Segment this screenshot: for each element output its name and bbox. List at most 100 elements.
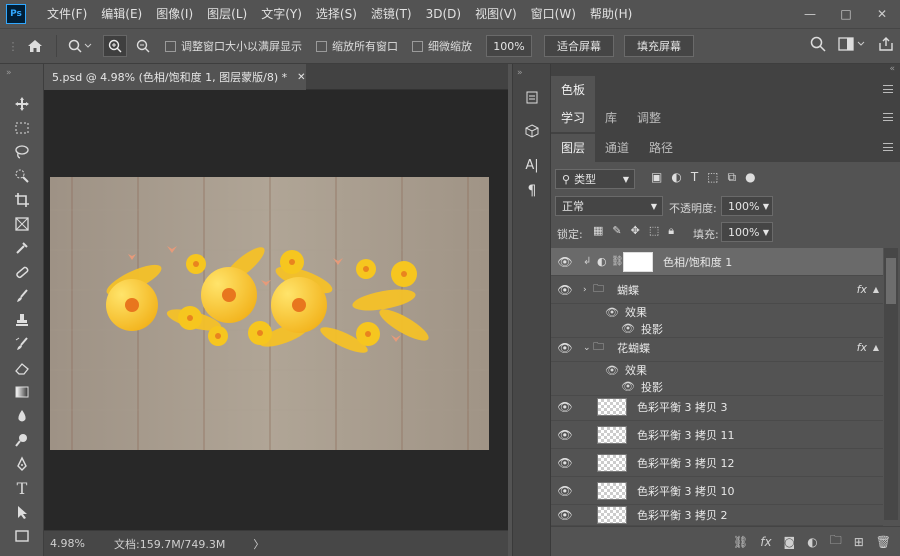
blend-mode-select[interactable]: 正常 ▼ (555, 196, 663, 216)
expand-group-icon[interactable]: › (583, 285, 593, 295)
swatches-panel-menu-icon[interactable] (883, 85, 893, 93)
shape-filter-icon[interactable]: ⬚ (707, 170, 718, 185)
zoom-out-icon[interactable] (131, 35, 155, 57)
layers-scrollbar[interactable] (884, 248, 898, 520)
resize-windows-checkbox[interactable]: 调整窗口大小以满屏显示 (165, 38, 302, 54)
collapse-toolbar-icon[interactable]: » (0, 64, 43, 92)
layer-filter-select[interactable]: ⚲ 类型 ▼ (555, 169, 635, 189)
workspace-icon[interactable] (838, 36, 866, 52)
3d-icon[interactable] (513, 118, 551, 144)
healing-brush-tool-icon[interactable] (0, 260, 44, 284)
fill-screen-button[interactable]: 填充屏幕 (624, 35, 694, 57)
tab-paths[interactable]: 路径 (639, 134, 683, 162)
zoom-level[interactable]: 4.98% (44, 537, 104, 550)
filter-toggle-icon[interactable]: ● (745, 170, 755, 185)
effects-visibility-icon[interactable]: 👁︎ (605, 306, 619, 319)
collapse-strip-icon[interactable]: » (513, 64, 550, 84)
add-style-icon[interactable]: fx (760, 535, 771, 549)
lock-transparent-icon[interactable]: ▦ (593, 224, 603, 238)
lasso-tool-icon[interactable] (0, 140, 44, 164)
opacity-field[interactable]: 100% ▼ (721, 196, 773, 216)
status-menu-arrow[interactable]: 〉 (253, 536, 264, 552)
layer-row-group-butterfly[interactable]: 👁︎ › 🗀︎ 蝴蝶 fx ▲ (551, 276, 883, 304)
marquee-tool-icon[interactable] (0, 116, 44, 140)
quick-select-tool-icon[interactable] (0, 164, 44, 188)
eye-icon[interactable]: 👁︎ (551, 508, 579, 522)
effects-icon[interactable]: fx (857, 283, 867, 296)
menu-select[interactable]: 选择(S) (309, 0, 364, 28)
type-tool-icon[interactable]: T (0, 476, 44, 500)
minimize-button[interactable]: — (792, 0, 828, 28)
expand-group-icon[interactable]: ⌄ (583, 343, 593, 353)
zoom-in-icon[interactable] (103, 35, 127, 57)
crop-tool-icon[interactable] (0, 188, 44, 212)
tab-adjustments[interactable]: 调整 (627, 104, 671, 132)
character-icon[interactable]: A| (513, 152, 551, 178)
brush-tool-icon[interactable] (0, 284, 44, 308)
blur-tool-icon[interactable] (0, 404, 44, 428)
close-window-button[interactable]: ✕ (864, 0, 900, 28)
menu-3d[interactable]: 3D(D) (419, 0, 468, 28)
frame-tool-icon[interactable] (0, 212, 44, 236)
home-icon[interactable] (20, 35, 50, 57)
paragraph-icon[interactable]: ¶ (513, 178, 551, 204)
menu-window[interactable]: 窗口(W) (524, 0, 583, 28)
layer-row-group-flower-butterfly[interactable]: 👁︎ ⌄ 🗀︎ 花蝴蝶 fx ▲ (551, 334, 883, 362)
add-mask-icon[interactable]: ◙ (784, 535, 796, 549)
maximize-button[interactable]: □ (828, 0, 864, 28)
eye-icon[interactable]: 👁︎ (551, 283, 579, 297)
menu-layer[interactable]: 图层(L) (200, 0, 254, 28)
smart-object-filter-icon[interactable]: ⧉ (728, 170, 737, 185)
lock-all-icon[interactable]: 🔒︎ (668, 224, 674, 238)
scrollbar-thumb[interactable] (886, 258, 896, 304)
pen-tool-icon[interactable] (0, 452, 44, 476)
layer-row[interactable]: 👁︎ 色彩平衡 3 拷贝 3 (551, 393, 883, 421)
eye-icon[interactable]: 👁︎ (551, 400, 579, 414)
share-icon[interactable] (878, 36, 894, 52)
tab-learn[interactable]: 学习 (551, 104, 596, 132)
layer-row[interactable]: 👁︎ 色彩平衡 3 拷贝 11 (551, 421, 883, 449)
fill-field[interactable]: 100% ▼ (721, 222, 773, 242)
zoom-tool-preset-icon[interactable] (63, 35, 97, 57)
rectangle-tool-icon[interactable] (0, 524, 44, 548)
new-group-icon[interactable]: 🗀︎ (830, 531, 842, 552)
link-layers-icon[interactable]: ⛓︎ (733, 535, 748, 549)
path-selection-tool-icon[interactable] (0, 500, 44, 524)
menu-filter[interactable]: 滤镜(T) (364, 0, 419, 28)
gradient-tool-icon[interactable] (0, 380, 44, 404)
chevron-up-icon[interactable]: ▲ (873, 343, 879, 352)
zoom-all-checkbox[interactable]: 缩放所有窗口 (316, 38, 398, 54)
layer-row-hue-saturation[interactable]: 👁︎ ↲ ◐ ⛓︎ 色相/饱和度 1 (551, 248, 883, 276)
adjustment-filter-icon[interactable]: ◐ (671, 170, 681, 185)
lock-artboard-icon[interactable]: ⬚ (649, 224, 659, 238)
zoom-percent-field[interactable]: 100% (486, 35, 532, 57)
eraser-tool-icon[interactable] (0, 356, 44, 380)
effects-visibility-icon[interactable]: 👁︎ (605, 364, 619, 377)
layer-row[interactable]: 👁︎ 色彩平衡 3 拷贝 2 (551, 505, 883, 526)
eye-icon[interactable]: 👁︎ (551, 428, 579, 442)
new-adjustment-icon[interactable]: ◐ (807, 535, 817, 549)
layer-row[interactable]: 👁︎ 色彩平衡 3 拷贝 10 (551, 477, 883, 505)
menu-edit[interactable]: 编辑(E) (94, 0, 149, 28)
eye-icon[interactable]: 👁︎ (551, 255, 579, 269)
move-tool-icon[interactable] (0, 92, 44, 116)
tab-channels[interactable]: 通道 (595, 134, 639, 162)
lock-pixels-icon[interactable]: ✎ (612, 224, 621, 238)
eye-icon[interactable]: 👁︎ (551, 484, 579, 498)
menu-view[interactable]: 视图(V) (468, 0, 524, 28)
eye-icon[interactable]: 👁︎ (551, 456, 579, 470)
tab-swatches[interactable]: 色板 (551, 76, 596, 104)
eye-icon[interactable]: 👁︎ (551, 341, 579, 355)
layer-mask-thumbnail[interactable] (623, 251, 653, 272)
effects-icon[interactable]: fx (857, 341, 867, 354)
drop-shadow-visibility-icon[interactable]: 👁︎ (621, 380, 635, 393)
menu-type[interactable]: 文字(Y) (254, 0, 309, 28)
document-tab[interactable]: 5.psd @ 4.98% (色相/饱和度 1, 图层蒙版/8) * ✕ (44, 64, 306, 90)
chevron-up-icon[interactable]: ▲ (873, 285, 879, 294)
history-icon[interactable] (513, 84, 551, 110)
tab-layers[interactable]: 图层 (551, 134, 596, 162)
new-layer-icon[interactable]: ⊞ (854, 535, 864, 549)
canvas-image[interactable] (44, 90, 508, 530)
delete-layer-icon[interactable]: 🗑︎ (876, 535, 891, 549)
menu-help[interactable]: 帮助(H) (583, 0, 639, 28)
